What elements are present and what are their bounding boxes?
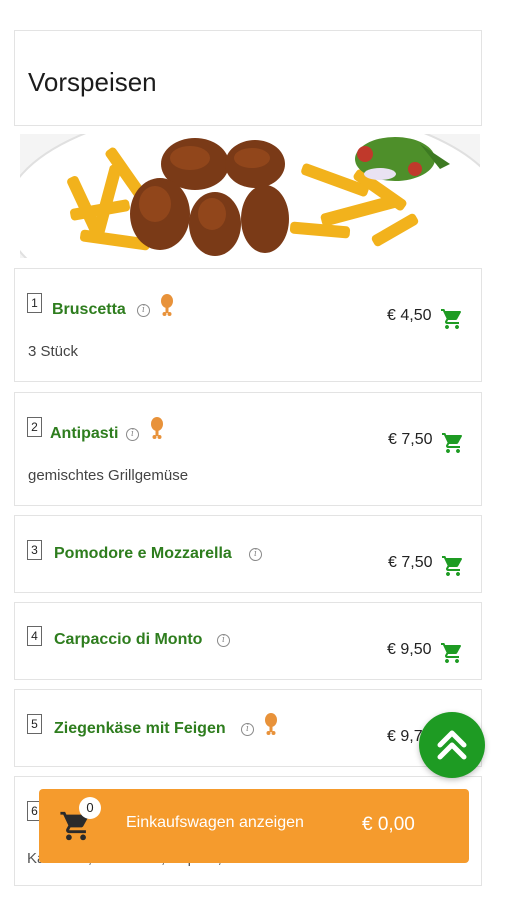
add-to-cart-icon[interactable] — [440, 554, 466, 578]
double-chevron-up-icon — [437, 730, 467, 760]
info-icon[interactable]: i — [241, 723, 254, 736]
info-icon[interactable]: i — [217, 634, 230, 647]
drumstick-icon — [161, 294, 173, 316]
drumstick-icon — [265, 713, 277, 735]
section-header: Vorspeisen — [14, 30, 482, 126]
scroll-to-top-button[interactable] — [419, 712, 485, 778]
item-name[interactable]: Carpaccio di Monto — [54, 631, 202, 649]
section-banner-image — [20, 134, 480, 258]
item-number: 4 — [27, 626, 42, 646]
cart-button-label: Einkaufswagen anzeigen — [126, 814, 304, 831]
info-icon[interactable]: i — [126, 428, 139, 441]
info-icon[interactable]: i — [249, 548, 262, 561]
view-cart-button[interactable]: 0 Einkaufswagen anzeigen € 0,00 — [39, 789, 469, 863]
menu-item[interactable]: 1 Bruscetta i 3 Stück € 4,50 — [14, 268, 482, 382]
cart-count-badge: 0 — [79, 797, 101, 819]
item-price: € 9,7 — [387, 728, 423, 745]
cart-total: € 0,00 — [362, 814, 415, 835]
info-icon[interactable]: i — [137, 304, 150, 317]
item-price: € 7,50 — [388, 554, 433, 571]
menu-item[interactable]: 5 Ziegenkäse mit Feigen i € 9,7 — [14, 689, 482, 767]
drumstick-icon — [151, 417, 163, 439]
item-description: 3 Stück — [28, 343, 79, 360]
item-number: 5 — [27, 714, 42, 734]
add-to-cart-icon[interactable] — [440, 431, 466, 455]
section-title: Vorspeisen — [28, 67, 157, 97]
item-price: € 4,50 — [387, 307, 432, 324]
menu-item[interactable]: 3 Pomodore e Mozzarella i € 7,50 — [14, 515, 482, 593]
menu-item[interactable]: 2 Antipasti i gemischtes Grillgemüse € 7… — [14, 392, 482, 506]
item-number: 2 — [27, 417, 42, 437]
menu-item[interactable]: 4 Carpaccio di Monto i € 9,50 — [14, 602, 482, 680]
item-name[interactable]: Pomodore e Mozzarella — [54, 545, 232, 563]
item-description: gemischtes Grillgemüse — [28, 467, 189, 484]
add-to-cart-icon[interactable] — [439, 307, 465, 331]
item-price: € 9,50 — [387, 641, 432, 658]
add-to-cart-icon[interactable] — [439, 641, 465, 665]
item-price: € 7,50 — [388, 431, 433, 448]
item-name[interactable]: Bruscetta — [52, 301, 126, 319]
item-name[interactable]: Ziegenkäse mit Feigen — [54, 720, 226, 738]
item-number: 1 — [27, 293, 42, 313]
item-name[interactable]: Antipasti — [50, 425, 118, 443]
item-number: 3 — [27, 540, 42, 560]
